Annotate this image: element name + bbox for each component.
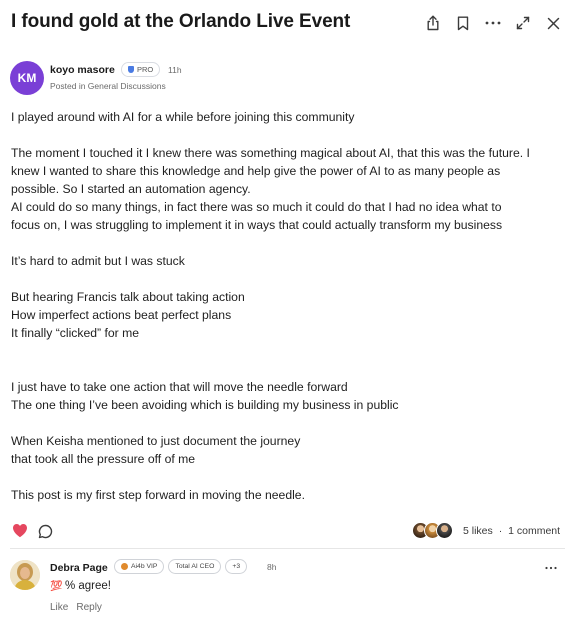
badge-label: Total AI CEO <box>175 563 215 570</box>
author-name[interactable]: koyo masore <box>50 64 115 76</box>
avatar <box>436 522 453 539</box>
posted-in[interactable]: Posted in General Discussions <box>50 81 166 91</box>
badge-more[interactable]: +3 <box>225 559 248 574</box>
shield-icon <box>128 66 134 73</box>
post-line: AI could do so many things, in fact ther… <box>11 200 502 214</box>
post-line: that took all the pressure off of me <box>11 452 196 466</box>
badge-label: +3 <box>232 563 241 570</box>
post-header: I found gold at the Orlando Live Event <box>0 0 577 46</box>
comment: Debra Page Ai4b VIP Total AI CEO +3 8h 💯… <box>10 559 565 629</box>
expand-icon[interactable] <box>513 12 533 34</box>
post-line: This post is my first step forward in mo… <box>11 488 305 502</box>
comment-time: 8h <box>267 562 277 572</box>
avatar[interactable]: KM <box>10 61 44 95</box>
bookmark-icon[interactable] <box>453 12 473 34</box>
liker-avatars[interactable] <box>412 522 458 540</box>
pro-badge-label: PRO <box>137 65 154 74</box>
likes-count[interactable]: 5 likes <box>463 525 493 537</box>
reactions-bar: 5 likes · 1 comment <box>10 522 565 542</box>
post-line: But hearing Francis talk about taking ac… <box>11 290 245 304</box>
heart-icon[interactable] <box>12 523 28 543</box>
post-line: The one thing I’ve been avoiding which i… <box>11 398 399 412</box>
post-line: It finally “clicked” for me <box>11 326 139 340</box>
comment-icon[interactable] <box>38 524 53 544</box>
header-actions <box>423 12 563 34</box>
reply-button[interactable]: Reply <box>76 602 102 613</box>
post-line: How imperfect actions beat perfect plans <box>11 308 232 322</box>
commenter-name[interactable]: Debra Page <box>50 562 108 574</box>
commenter-badges: Ai4b VIP Total AI CEO +3 <box>114 559 248 574</box>
post-line: I just have to take one action that will… <box>11 380 348 394</box>
post-line: focus on, I was struggling to implement … <box>11 218 503 232</box>
post-line: When Keisha mentioned to just document t… <box>11 434 301 448</box>
separator: · <box>498 525 503 537</box>
likes-summary[interactable]: 5 likes · 1 comment <box>463 525 560 537</box>
close-icon[interactable] <box>543 12 563 34</box>
badge-ceo: Total AI CEO <box>168 559 222 574</box>
medal-icon <box>121 563 128 570</box>
post-title: I found gold at the Orlando Live Event <box>11 11 351 32</box>
divider <box>10 548 565 549</box>
avatar[interactable] <box>10 560 40 590</box>
hundred-emoji: 💯 <box>50 580 62 592</box>
more-icon[interactable] <box>545 559 557 573</box>
badge-label: Ai4b VIP <box>131 563 158 570</box>
comment-body: % agree! <box>64 580 111 592</box>
post-line: The moment I touched it I knew there was… <box>11 146 530 160</box>
badge-vip: Ai4b VIP <box>114 559 165 574</box>
post-line: I played around with AI for a while befo… <box>11 110 355 124</box>
post-line: knew I wanted to share this knowledge an… <box>11 164 501 178</box>
like-button[interactable]: Like <box>50 602 68 613</box>
comments-count[interactable]: 1 comment <box>508 525 560 537</box>
post-body: I played around with AI for a while befo… <box>11 108 567 504</box>
post-line: It’s hard to admit but I was stuck <box>11 254 185 268</box>
pro-badge: PRO <box>121 62 161 77</box>
comment-actions: Like Reply <box>50 602 102 613</box>
post-line: possible. So I started an automation age… <box>11 182 251 196</box>
share-icon[interactable] <box>423 12 443 34</box>
post-time: 11h <box>168 65 182 75</box>
post-author: KM koyo masore PRO 11h Posted in General… <box>10 61 570 95</box>
comment-text: 💯 % agree! <box>50 580 111 592</box>
more-icon[interactable] <box>483 12 503 34</box>
